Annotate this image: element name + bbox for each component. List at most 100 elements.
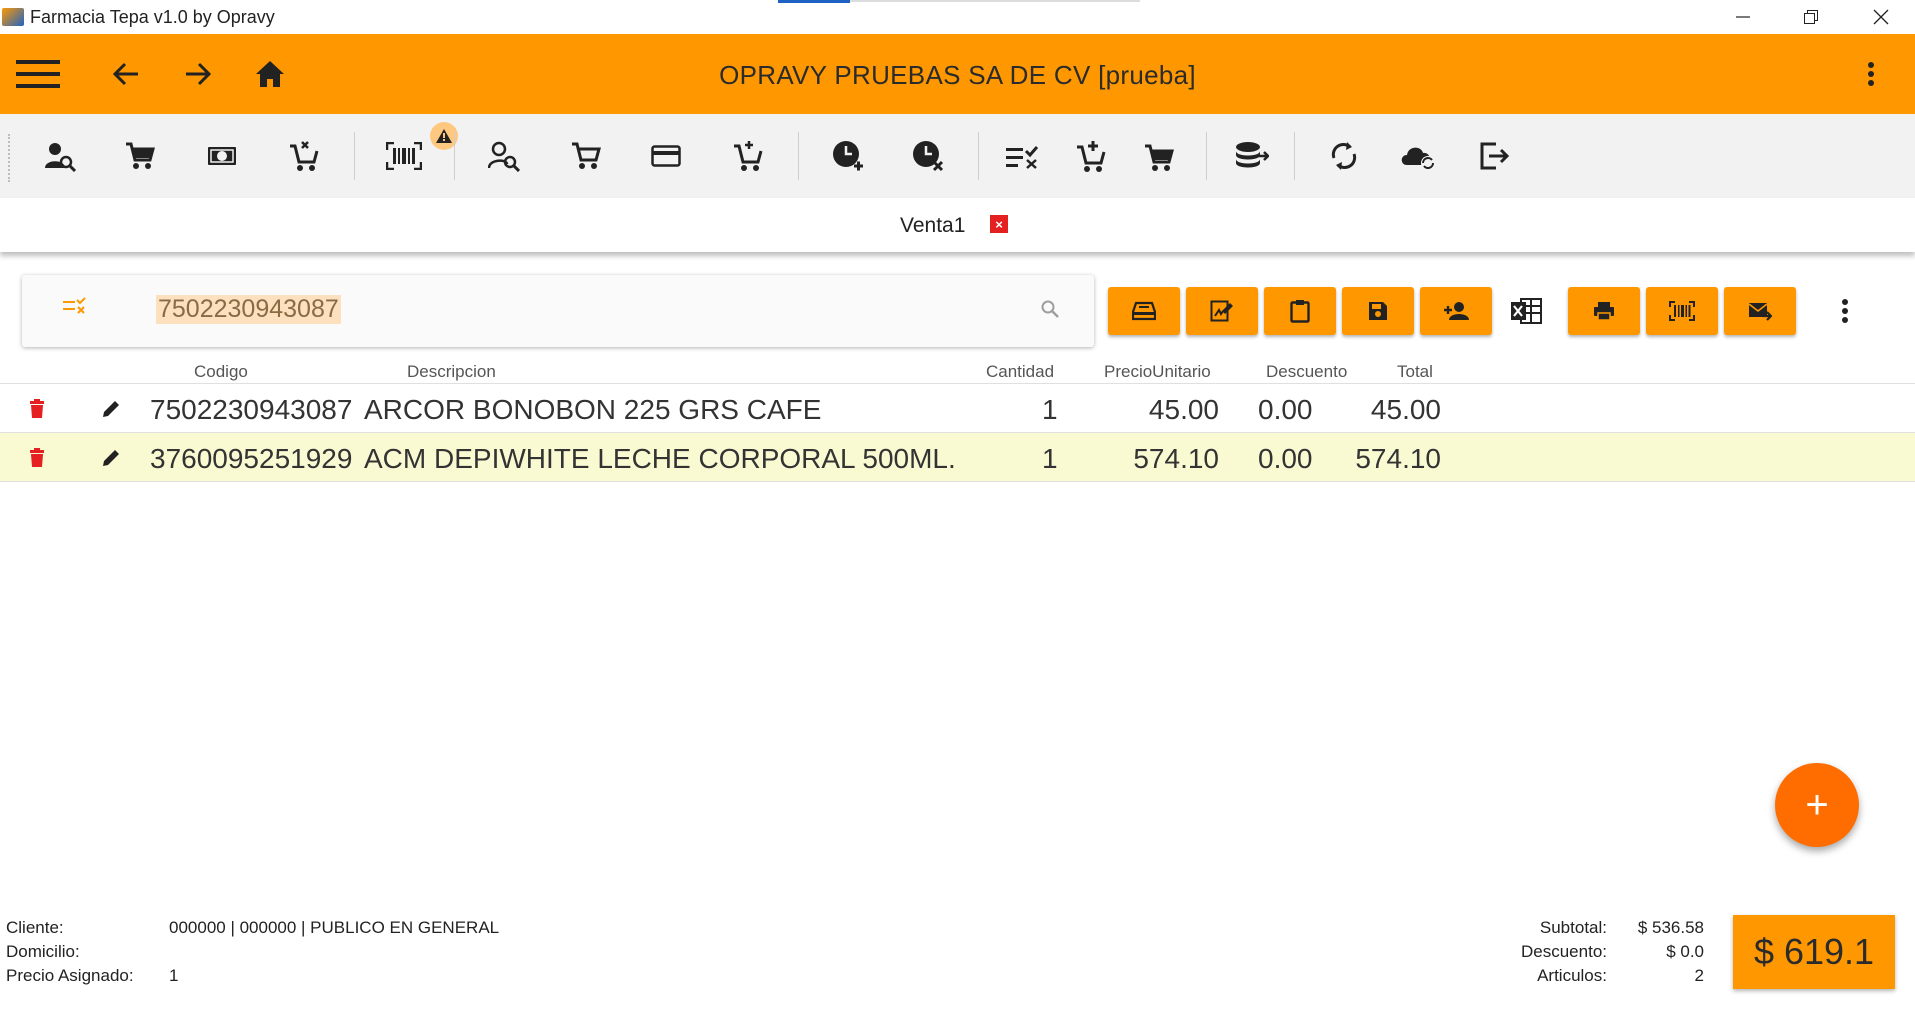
column-header-descuento[interactable]: Descuento <box>1266 362 1347 382</box>
toolbar-separator <box>978 132 979 180</box>
toolbar-clock-remove-button[interactable] <box>908 136 948 176</box>
save-button[interactable] <box>1342 287 1414 335</box>
column-header-total[interactable]: Total <box>1397 362 1433 382</box>
column-header-descripcion[interactable]: Descripcion <box>407 362 496 382</box>
filter-toggle-button[interactable] <box>62 297 86 322</box>
cell-descripcion: ARCOR BONOBON 225 GRS CAFE <box>364 394 822 425</box>
trash-icon <box>30 448 44 467</box>
clipboard-icon <box>1290 300 1310 323</box>
subtotal-value: $ 536.58 <box>1637 918 1704 937</box>
cell-precio-unitario: 574.10 <box>1133 443 1219 474</box>
sync-icon <box>1331 142 1357 170</box>
barcode-scan-button[interactable] <box>1646 287 1718 335</box>
pencil-icon <box>103 401 119 417</box>
more-vertical-icon <box>1868 62 1874 86</box>
toolbar-cart-remove-button[interactable] <box>284 136 324 176</box>
cart-check-icon <box>734 141 763 171</box>
cell-descuento: 0.00 <box>1258 394 1313 425</box>
export-excel-button[interactable] <box>1502 287 1550 335</box>
window-titlebar: Farmacia Tepa v1.0 by Opravy <box>0 0 1915 34</box>
minimize-icon <box>1736 16 1750 18</box>
search-button[interactable] <box>1040 299 1060 324</box>
titlebar-tab-indicator <box>778 0 850 3</box>
cell-cantidad: 1 <box>1042 394 1058 425</box>
window-title: Farmacia Tepa v1.0 by Opravy <box>30 7 275 27</box>
sale-tab-strip: Venta1 × <box>0 198 1915 252</box>
toolbar-clock-add-button[interactable] <box>828 136 868 176</box>
logout-icon <box>1480 142 1509 170</box>
close-tab-button[interactable]: × <box>990 215 1008 233</box>
toolbar-cart-add-button[interactable] <box>1072 136 1112 176</box>
cell-descripcion: ACM DEPIWHITE LECHE CORPORAL 500ML. <box>364 443 956 474</box>
titlebar-tab-track <box>850 0 1140 2</box>
precio-asignado-value: 1 <box>169 966 179 985</box>
excel-icon <box>1511 298 1542 324</box>
search-more-button[interactable] <box>1821 287 1869 335</box>
toolbar-cart-button[interactable] <box>120 136 160 176</box>
search-input[interactable]: 7502230943087 <box>156 295 341 324</box>
cart-outline-icon <box>572 142 601 169</box>
add-item-fab[interactable]: + <box>1775 763 1859 847</box>
toolbar-database-export-button[interactable] <box>1232 136 1272 176</box>
send-email-button[interactable] <box>1724 287 1796 335</box>
edit-row-button[interactable] <box>98 445 124 471</box>
edit-row-button[interactable] <box>98 396 124 422</box>
toolbar-barcode-button[interactable] <box>384 122 458 176</box>
precio-asignado-label: Precio Asignado: <box>6 966 134 985</box>
header-more-button[interactable] <box>1858 54 1884 94</box>
credit-card-icon <box>651 145 681 167</box>
cash-icon <box>208 147 236 165</box>
toolbar-cart-outline-button[interactable] <box>566 136 606 176</box>
toolbar-separator <box>454 132 455 180</box>
clock-add-icon <box>833 141 863 171</box>
cart-icon <box>126 142 155 169</box>
toolbar-user-search-button[interactable] <box>40 136 80 176</box>
add-customer-button[interactable] <box>1420 287 1492 335</box>
toolbar-credit-card-button[interactable] <box>646 136 686 176</box>
cart-arrow-icon <box>1145 144 1174 171</box>
toolbar-list-check-button[interactable] <box>1002 136 1042 176</box>
delete-row-button[interactable] <box>24 445 50 471</box>
delete-row-button[interactable] <box>24 396 50 422</box>
toolbar-cart-arrow-button[interactable] <box>1140 136 1180 176</box>
column-header-precio-unitario[interactable]: PrecioUnitario <box>1104 362 1211 382</box>
toolbar-grip <box>8 134 10 182</box>
column-header-codigo[interactable]: Codigo <box>194 362 248 382</box>
printer-icon <box>1594 302 1614 321</box>
cell-codigo: 7502230943087 <box>150 394 353 425</box>
cell-precio-unitario: 45.00 <box>1148 394 1219 425</box>
total-pay-button[interactable]: $ 619.1 <box>1733 915 1895 989</box>
cell-total: 574.10 <box>1355 443 1441 474</box>
toolbar-cart-check-button[interactable] <box>728 136 768 176</box>
clipboard-button[interactable] <box>1264 287 1336 335</box>
restore-button[interactable] <box>1782 0 1840 34</box>
toolbar-sync-button[interactable] <box>1324 136 1364 176</box>
add-person-icon <box>1444 302 1469 320</box>
table-row[interactable]: 3760095251929 ACM DEPIWHITE LECHE CORPOR… <box>0 433 1915 482</box>
cell-codigo: 3760095251929 <box>150 443 353 474</box>
restore-icon <box>1804 10 1818 24</box>
cliente-label: Cliente: <box>6 918 64 937</box>
close-window-button[interactable] <box>1852 0 1910 34</box>
articulos-value: 2 <box>1694 966 1704 985</box>
toolbar-cloud-sync-button[interactable] <box>1398 136 1438 176</box>
email-send-icon <box>1748 303 1772 321</box>
toolbar-logout-button[interactable] <box>1474 136 1514 176</box>
save-icon <box>1369 302 1387 320</box>
print-button[interactable] <box>1568 287 1640 335</box>
product-search-field[interactable]: 7502230943087 <box>22 275 1094 347</box>
toolbar-cash-button[interactable] <box>202 136 242 176</box>
cell-total: 45.00 <box>1370 394 1441 425</box>
column-header-cantidad[interactable]: Cantidad <box>986 362 1054 382</box>
edit-document-button[interactable] <box>1186 287 1258 335</box>
minimize-button[interactable] <box>1714 0 1772 34</box>
toolbar-person-search-button[interactable] <box>484 136 524 176</box>
tab-venta1[interactable]: Venta1 <box>900 214 965 238</box>
barcode-icon <box>386 142 422 170</box>
cash-drawer-button[interactable] <box>1108 287 1180 335</box>
database-export-icon <box>1236 142 1269 168</box>
cell-descuento: 0.00 <box>1258 443 1313 474</box>
table-row[interactable]: 7502230943087 ARCOR BONOBON 225 GRS CAFE… <box>0 384 1915 433</box>
search-icon <box>1041 300 1059 318</box>
subtotal-label: Subtotal: <box>1539 918 1607 937</box>
